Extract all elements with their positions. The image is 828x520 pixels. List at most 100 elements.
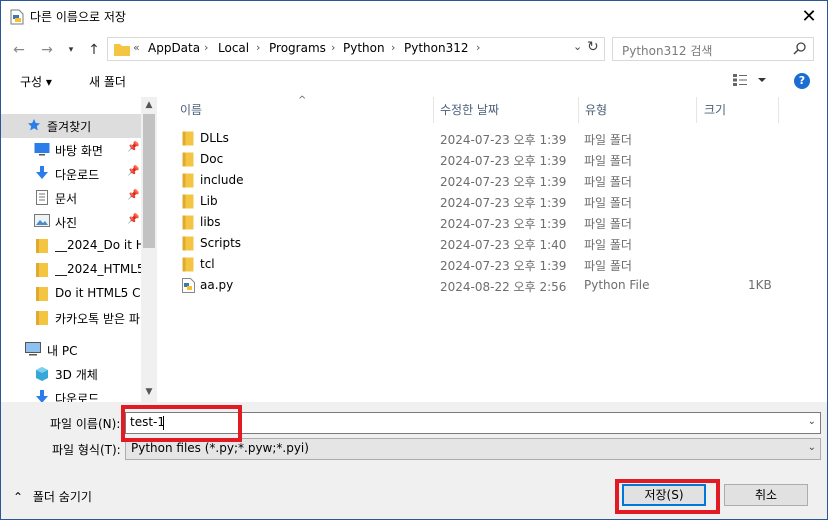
column-divider[interactable] <box>696 97 697 123</box>
navigation-pane: 즐겨찾기 바탕 화면 📌 다운로드 📌 문서 📌 사진 📌 __2024_Do … <box>1 97 157 402</box>
chevron-right-icon[interactable]: › <box>476 41 480 54</box>
sidebar-item-downloads[interactable]: 다운로드 📌 <box>1 162 141 186</box>
hide-folders-label: 폴더 숨기기 <box>32 490 92 504</box>
view-options-icon[interactable] <box>732 73 768 87</box>
search-icon[interactable] <box>793 41 807 55</box>
column-header-date[interactable]: 수정한 날짜 <box>440 97 499 123</box>
cancel-button[interactable]: 취소 <box>724 484 808 506</box>
breadcrumb-local[interactable]: Local <box>218 41 249 55</box>
chevron-right-icon[interactable]: › <box>391 41 395 54</box>
python-file-icon <box>10 9 24 25</box>
address-dropdown-icon[interactable]: ⌄ <box>573 40 582 53</box>
chevron-down-icon[interactable]: ⌄ <box>808 416 816 427</box>
file-name: libs <box>200 215 221 229</box>
sidebar-scrollbar[interactable]: ▲ ▼ <box>141 97 157 402</box>
sidebar-item-documents[interactable]: 문서 📌 <box>1 186 141 210</box>
column-header-name[interactable]: 이름 <box>180 97 202 123</box>
file-type: 파일 폴더 <box>584 154 632 168</box>
sidebar-item-folder-4[interactable]: 카카오톡 받은 파 <box>1 306 141 330</box>
3d-objects-icon <box>34 366 50 385</box>
sidebar-item-label: 내 PC <box>47 344 78 358</box>
folder-icon <box>35 286 49 305</box>
filetype-value[interactable]: Python files (*.py;*.pyw;*.pyi) <box>131 441 309 455</box>
save-options-panel: 파일 이름(N): test-1 ⌄ 파일 형식(T): Python file… <box>1 402 827 519</box>
pin-icon[interactable]: 📌 <box>127 166 139 177</box>
file-name: Lib <box>200 194 218 208</box>
table-row[interactable]: libs 2024-07-23 오후 1:39 파일 폴더 <box>158 212 827 233</box>
recent-locations-icon[interactable]: ▾ <box>61 40 81 60</box>
folder-icon <box>182 236 194 254</box>
scrollbar-thumb[interactable] <box>143 114 155 248</box>
table-row[interactable]: DLLs 2024-07-23 오후 1:39 파일 폴더 <box>158 128 827 149</box>
scroll-down-icon[interactable]: ▼ <box>141 387 157 397</box>
breadcrumb-python312[interactable]: Python312 <box>404 41 469 55</box>
breadcrumb-appdata[interactable]: AppData <box>148 41 200 55</box>
up-button[interactable]: ↑ <box>84 40 104 60</box>
column-header-type[interactable]: 유형 <box>585 97 607 123</box>
column-header-size[interactable]: 크기 <box>704 97 726 123</box>
file-date: 2024-07-23 오후 1:39 <box>440 154 567 168</box>
address-bar[interactable]: « AppData › Local › Programs › Python › … <box>107 37 605 61</box>
help-icon[interactable]: ? <box>794 73 810 89</box>
sidebar-item-this-pc[interactable]: 내 PC <box>1 338 141 362</box>
chevron-right-icon[interactable]: › <box>204 41 208 54</box>
filetype-label: 파일 형식(T): <box>52 443 121 457</box>
organize-button[interactable]: 구성 ▾ <box>20 73 52 90</box>
navigation-bar: ← → ▾ ↑ « AppData › Local › Programs › P… <box>1 35 827 65</box>
sidebar-item-3d-objects[interactable]: 3D 개체 <box>1 362 141 386</box>
file-list: 이름 ^ 수정한 날짜 유형 크기 DLLs 2024-07-23 오후 1:39… <box>158 95 827 402</box>
table-row[interactable]: Lib 2024-07-23 오후 1:39 파일 폴더 <box>158 191 827 212</box>
file-type: Python File <box>584 278 650 292</box>
file-type: 파일 폴더 <box>584 217 632 231</box>
sidebar-item-desktop[interactable]: 바탕 화면 📌 <box>1 138 141 162</box>
folder-icon <box>182 257 194 275</box>
download-icon <box>35 166 49 183</box>
table-row[interactable]: include 2024-07-23 오후 1:39 파일 폴더 <box>158 170 827 191</box>
table-row[interactable]: Doc 2024-07-23 오후 1:39 파일 폴더 <box>158 149 827 170</box>
pin-icon[interactable]: 📌 <box>127 190 139 201</box>
forward-button[interactable]: → <box>37 40 57 60</box>
chevron-right-icon[interactable]: › <box>256 41 260 54</box>
folder-icon <box>182 131 194 149</box>
search-box[interactable]: Python312 검색 <box>612 37 814 61</box>
star-icon <box>27 118 41 135</box>
column-divider[interactable] <box>778 97 779 123</box>
download-icon <box>35 390 49 402</box>
column-divider[interactable] <box>578 97 579 123</box>
sidebar-item-folder-3[interactable]: Do it HTML5 CS <box>1 282 141 306</box>
sidebar-item-quick-access[interactable]: 즐겨찾기 <box>1 114 141 138</box>
refresh-icon[interactable]: ↻ <box>587 39 599 55</box>
close-button[interactable]: ✕ <box>791 3 827 31</box>
breadcrumb-programs[interactable]: Programs <box>269 41 326 55</box>
table-row[interactable]: aa.py 2024-08-22 오후 2:56 Python File 1KB <box>158 275 827 296</box>
file-name: include <box>200 173 244 187</box>
command-bar: 구성 ▾ 새 폴더 ? <box>1 67 827 97</box>
sidebar-item-pictures[interactable]: 사진 📌 <box>1 210 141 234</box>
sidebar-item-folder-2[interactable]: __2024_HTML5_ <box>1 258 141 282</box>
folder-icon <box>182 152 194 170</box>
pin-icon[interactable]: 📌 <box>127 214 139 225</box>
table-row[interactable]: Scripts 2024-07-23 오후 1:40 파일 폴더 <box>158 233 827 254</box>
breadcrumb-python[interactable]: Python <box>343 41 385 55</box>
sidebar-item-label: 문서 <box>55 192 78 206</box>
pin-icon[interactable]: 📌 <box>127 142 139 153</box>
folder-icon <box>182 173 194 191</box>
column-divider[interactable] <box>433 97 434 123</box>
chevron-right-icon[interactable]: › <box>331 41 335 54</box>
file-date: 2024-07-23 오후 1:40 <box>440 238 567 252</box>
new-folder-button[interactable]: 새 폴더 <box>89 73 126 90</box>
breadcrumb-overflow[interactable]: « <box>133 41 140 54</box>
file-type: 파일 폴더 <box>584 238 632 252</box>
table-row[interactable]: tcl 2024-07-23 오후 1:39 파일 폴더 <box>158 254 827 275</box>
back-button[interactable]: ← <box>9 40 29 60</box>
file-name: Doc <box>200 152 224 166</box>
sidebar-item-folder-1[interactable]: __2024_Do it HT <box>1 234 141 258</box>
sidebar-item-label: 3D 개체 <box>55 368 98 382</box>
search-input[interactable]: Python312 검색 <box>622 42 712 59</box>
hide-folders-toggle[interactable]: ⌃ 폴더 숨기기 <box>13 488 92 505</box>
sidebar-item-label: 카카오톡 받은 파 <box>55 312 140 326</box>
title-bar: 다른 이름으로 저장 ✕ <box>1 1 827 33</box>
sidebar-item-downloads-pc[interactable]: 다운로드 <box>1 386 141 402</box>
scroll-up-icon[interactable]: ▲ <box>141 100 157 110</box>
chevron-down-icon[interactable]: ⌄ <box>808 442 816 453</box>
